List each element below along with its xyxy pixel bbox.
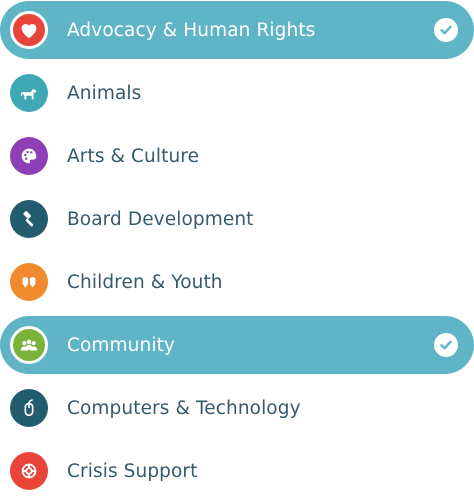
cause-category-list: Advocacy & Human Rights Animals Arts & C… — [0, 0, 474, 490]
category-label: Advocacy & Human Rights — [67, 19, 316, 41]
category-item-arts[interactable]: Arts & Culture — [0, 127, 474, 185]
category-label: Community — [67, 334, 175, 356]
people-icon — [10, 326, 48, 364]
heart-icon — [10, 11, 48, 49]
category-label: Animals — [67, 82, 142, 104]
checkmark-icon — [434, 333, 458, 357]
category-item-advocacy[interactable]: Advocacy & Human Rights — [0, 1, 474, 59]
kids-icon — [10, 263, 48, 301]
palette-icon — [10, 137, 48, 175]
category-item-animals[interactable]: Animals — [0, 64, 474, 122]
checkmark-icon — [434, 18, 458, 42]
mouse-icon — [10, 389, 48, 427]
category-item-community[interactable]: Community — [0, 316, 474, 374]
category-label: Board Development — [67, 208, 254, 230]
gavel-icon — [10, 200, 48, 238]
category-label: Arts & Culture — [67, 145, 200, 167]
category-item-crisis-support[interactable]: Crisis Support — [0, 442, 474, 500]
category-label: Computers & Technology — [67, 397, 301, 419]
category-label: Children & Youth — [67, 271, 223, 293]
category-label: Crisis Support — [67, 460, 198, 482]
category-item-computers-technology[interactable]: Computers & Technology — [0, 379, 474, 437]
horse-icon — [10, 74, 48, 112]
category-item-children-youth[interactable]: Children & Youth — [0, 253, 474, 311]
category-item-board-development[interactable]: Board Development — [0, 190, 474, 248]
lifebuoy-icon — [10, 452, 48, 490]
